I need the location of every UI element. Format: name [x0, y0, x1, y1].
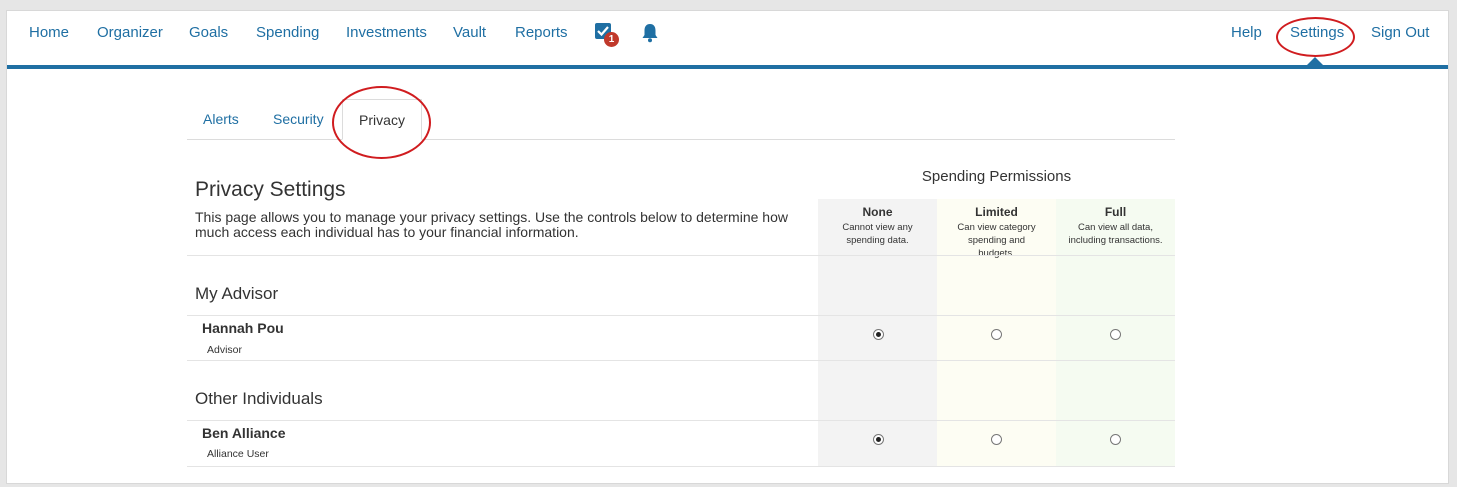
- nav-spending[interactable]: Spending: [256, 24, 319, 41]
- tabs-divider: [187, 139, 1175, 140]
- column-title: Full: [1104, 205, 1127, 219]
- page-title: Privacy Settings: [195, 178, 346, 201]
- nav-reports[interactable]: Reports: [515, 24, 568, 41]
- divider: [187, 420, 1175, 421]
- nav-help[interactable]: Help: [1231, 24, 1262, 41]
- divider: [187, 315, 1175, 316]
- column-header-full: Full Can view all data, including transa…: [1056, 205, 1175, 247]
- nav-sign-out[interactable]: Sign Out: [1371, 24, 1429, 41]
- divider: [187, 360, 1175, 361]
- radio-hannah-none[interactable]: [873, 329, 884, 340]
- nav-vault[interactable]: Vault: [453, 24, 486, 41]
- tab-alerts[interactable]: Alerts: [203, 111, 239, 127]
- person-name: Hannah Pou: [202, 320, 284, 336]
- radio-hannah-full[interactable]: [1110, 329, 1121, 340]
- column-title: Limited: [975, 205, 1018, 219]
- nav-settings[interactable]: Settings: [1290, 24, 1344, 41]
- tasks-checkbox-icon[interactable]: 1: [594, 22, 620, 48]
- column-header-none: None Cannot view any spending data.: [818, 205, 937, 247]
- divider: [187, 255, 1175, 256]
- column-title: None: [862, 205, 893, 219]
- column-header-limited: Limited Can view category spending and b…: [937, 205, 1056, 260]
- divider: [187, 466, 1175, 467]
- section-title-my-advisor: My Advisor: [195, 284, 279, 303]
- person-name: Ben Alliance: [202, 425, 286, 441]
- tab-security[interactable]: Security: [273, 111, 324, 127]
- nav-home[interactable]: Home: [29, 24, 69, 41]
- radio-ben-none[interactable]: [873, 434, 884, 445]
- section-title-other-individuals: Other Individuals: [195, 389, 323, 408]
- tab-privacy[interactable]: Privacy: [342, 99, 422, 140]
- radio-ben-full[interactable]: [1110, 434, 1121, 445]
- bell-icon[interactable]: [641, 23, 659, 48]
- column-description: Can view all data, including transaction…: [1068, 222, 1163, 246]
- person-role: Advisor: [207, 344, 243, 356]
- column-description: Cannot view any spending data.: [842, 222, 913, 246]
- active-nav-caret: [1307, 57, 1323, 65]
- tasks-badge: 1: [604, 32, 619, 47]
- app-window: Home Organizer Goals Spending Investment…: [6, 10, 1449, 484]
- spending-permissions-title: Spending Permissions: [921, 168, 1072, 185]
- nav-organizer[interactable]: Organizer: [97, 24, 163, 41]
- person-role: Alliance User: [207, 448, 269, 460]
- nav-goals[interactable]: Goals: [189, 24, 228, 41]
- page-description: This page allows you to manage your priv…: [195, 209, 788, 240]
- nav-investments[interactable]: Investments: [346, 24, 427, 41]
- radio-ben-limited[interactable]: [991, 434, 1002, 445]
- radio-hannah-limited[interactable]: [991, 329, 1002, 340]
- top-nav: Home Organizer Goals Spending Investment…: [7, 11, 1448, 69]
